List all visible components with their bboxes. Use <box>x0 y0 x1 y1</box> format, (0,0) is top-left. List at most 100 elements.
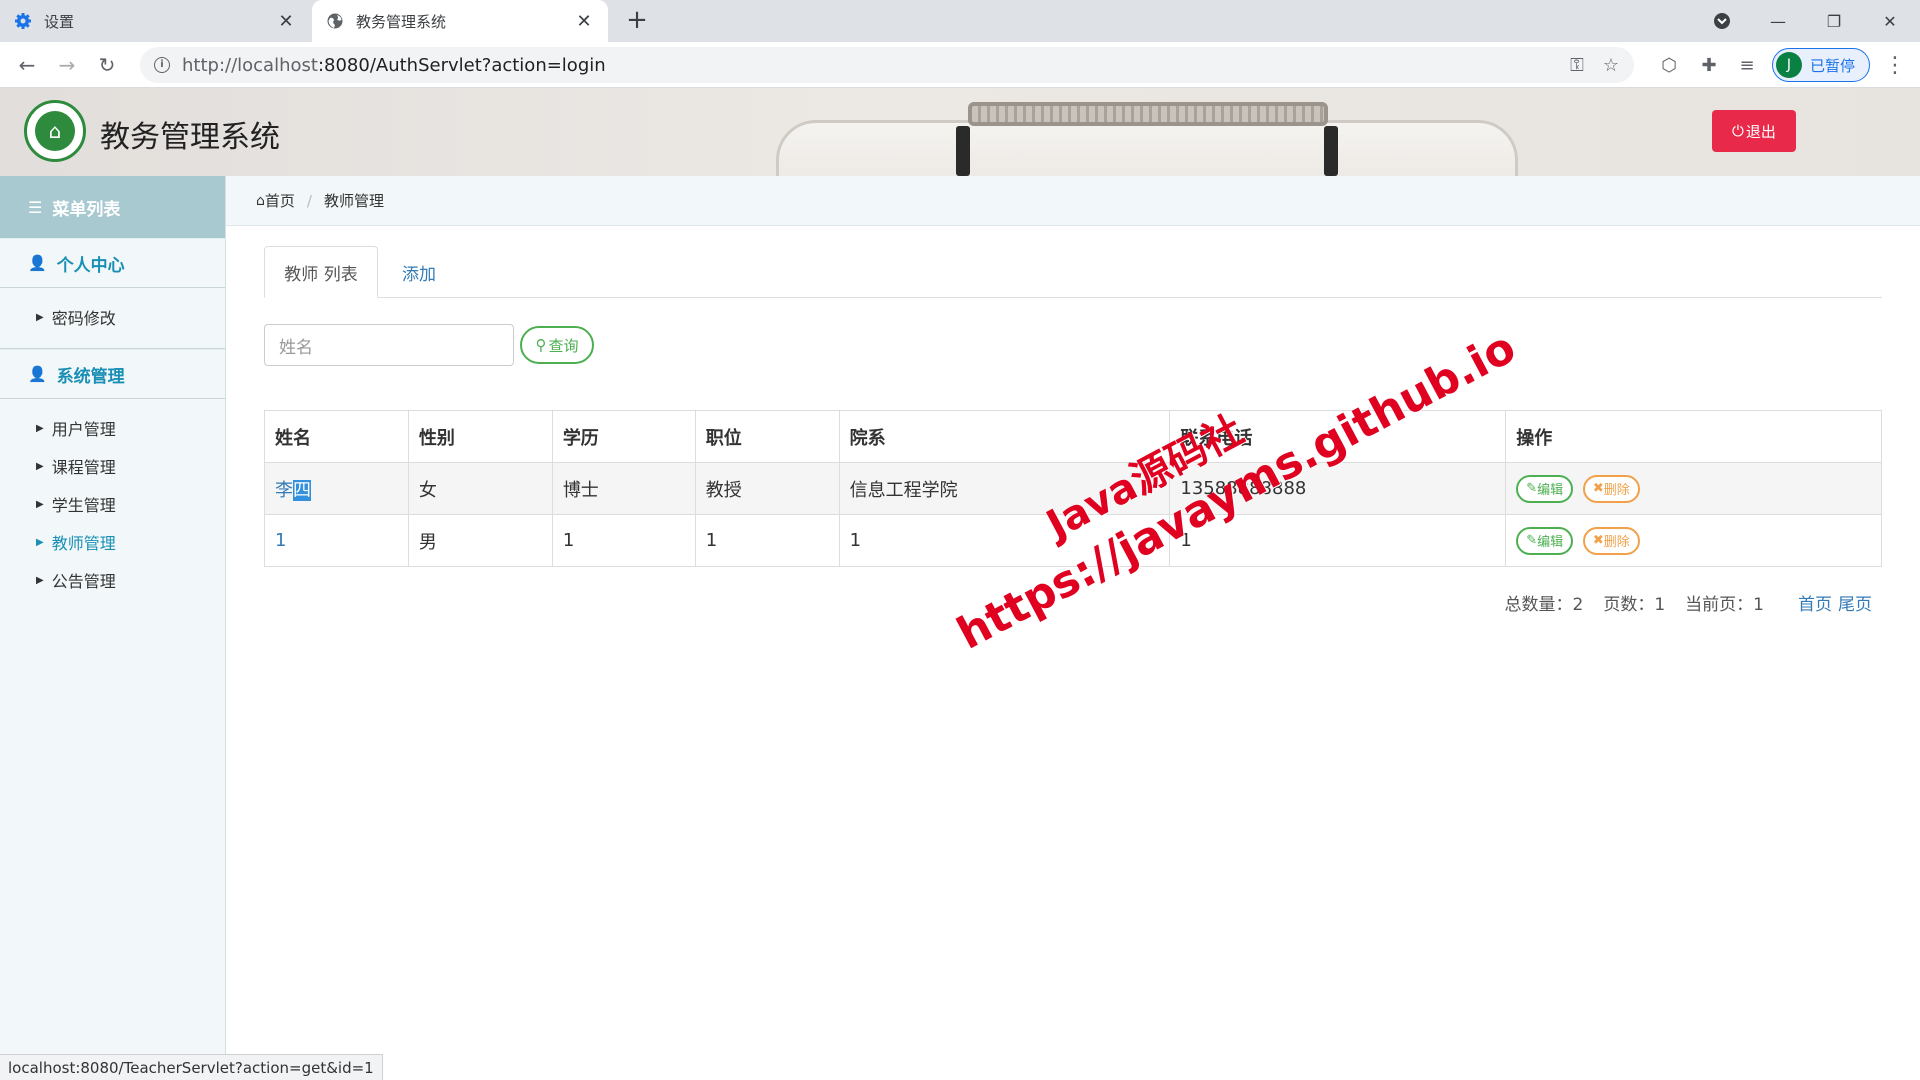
first-page-link[interactable]: 首页 <box>1798 590 1832 615</box>
star-icon[interactable]: ☆ <box>1596 47 1626 83</box>
sidebar-group-items: ▶ 密码修改 <box>0 288 225 349</box>
page-count: 页数：1 <box>1603 595 1666 615</box>
total-count: 总数量：2 <box>1504 595 1584 615</box>
gear-icon <box>14 12 32 30</box>
last-page-link[interactable]: 尾页 <box>1838 590 1872 615</box>
name-search-input[interactable]: 姓名 <box>264 324 514 366</box>
caret-right-icon: ▶ <box>36 574 44 586</box>
extension-icon[interactable]: ⬡ <box>1654 50 1684 80</box>
column-header: 操作 <box>1505 410 1882 463</box>
x-icon: ✖ <box>1592 533 1604 548</box>
sidebar-item-label: 密码修改 <box>51 309 116 328</box>
edit-label: 编辑 <box>1537 483 1564 498</box>
sidebar-group-personal[interactable]: 👤 个人中心 <box>0 238 225 288</box>
current-page: 当前页：1 <box>1685 595 1764 615</box>
sidebar-item-notices[interactable]: ▶ 公告管理 <box>0 561 225 599</box>
gender-cell: 女 <box>407 462 553 515</box>
close-window-icon[interactable]: ✕ <box>1862 0 1918 42</box>
column-header: 职位 <box>694 410 840 463</box>
sidebar-item-label: 用户管理 <box>51 420 116 439</box>
forward-icon[interactable]: → <box>52 50 82 80</box>
column-header: 学历 <box>551 410 696 463</box>
avatar: J <box>1776 52 1802 78</box>
new-tab-button[interactable]: + <box>622 6 652 36</box>
breadcrumb-current: 教师管理 <box>323 192 384 210</box>
key-icon[interactable]: ⚿ <box>1562 47 1592 83</box>
caret-right-icon: ▶ <box>36 536 44 548</box>
home-icon[interactable]: ⌂ <box>256 193 265 209</box>
actions-cell: ✎ 编辑 ✖ 删除 <box>1505 462 1882 515</box>
reload-icon[interactable]: ↻ <box>92 50 122 80</box>
sidebar-item-password[interactable]: ▶ 密码修改 <box>0 298 225 336</box>
logout-button[interactable]: ⏻ 退出 <box>1712 110 1796 152</box>
sidebar-item-courses[interactable]: ▶ 课程管理 <box>0 447 225 485</box>
close-icon[interactable]: ✕ <box>574 11 594 32</box>
teacher-name-link[interactable]: 1 <box>264 514 409 567</box>
close-icon[interactable]: ✕ <box>276 11 296 32</box>
actions-cell: ✎ 编辑 ✖ 删除 <box>1505 514 1882 567</box>
list-icon: ☰ <box>28 197 43 217</box>
sidebar-item-teachers[interactable]: ▶ 教师管理 <box>0 523 225 561</box>
sidebar-item-label: 教师管理 <box>51 534 116 553</box>
column-header: 性别 <box>407 410 553 463</box>
app-header: ⌂ 教务管理系统 ⏻ 退出 <box>0 88 1920 176</box>
app-title: 教务管理系统 <box>100 120 280 155</box>
delete-label: 删除 <box>1603 483 1630 498</box>
back-icon[interactable]: ← <box>12 50 42 80</box>
globe-icon <box>326 12 344 30</box>
tab-search-icon[interactable] <box>1694 0 1750 42</box>
breadcrumb: ⌂ 首页 / 教师管理 <box>226 176 1920 226</box>
puzzle-icon[interactable]: ✚ <box>1694 50 1724 80</box>
pagination: 总数量：2 页数：1 当前页：1 首页 尾页 <box>1505 590 1872 615</box>
sidebar-group-items: ▶ 用户管理 ▶ 课程管理 ▶ 学生管理 ▶ 教师管理 ▶ 公告管理 <box>0 399 225 611</box>
teacher-name-link[interactable]: 李四 <box>264 462 409 515</box>
degree-cell: 博士 <box>551 462 696 515</box>
header-banner-image <box>776 120 1518 176</box>
search-button[interactable]: ⚲ 查询 <box>520 326 594 364</box>
browser-toolbar: ← → ↻ i http://localhost:8080/AuthServle… <box>0 42 1920 88</box>
banner-clip <box>1324 126 1338 176</box>
media-icon[interactable]: ≡ <box>1732 50 1762 80</box>
minimize-icon[interactable]: — <box>1750 0 1806 42</box>
browser-tab-settings[interactable]: 设置 ✕ <box>0 0 310 42</box>
tab-add[interactable]: 添加 <box>378 246 460 298</box>
browser-tab-app[interactable]: 教务管理系统 ✕ <box>312 0 608 42</box>
restore-icon[interactable]: ❐ <box>1806 0 1862 42</box>
profile-button[interactable]: J 已暂停 <box>1772 48 1870 82</box>
delete-button[interactable]: ✖ 删除 <box>1582 526 1640 555</box>
x-icon: ✖ <box>1592 481 1604 496</box>
main-content: 教师 列表 添加 姓名 ⚲ 查询 姓名 性别 学历 职位 院系 联系电话 操作 … <box>226 226 1920 1080</box>
sidebar-item-students[interactable]: ▶ 学生管理 <box>0 485 225 523</box>
delete-button[interactable]: ✖ 删除 <box>1582 474 1640 503</box>
house-icon: ⌂ <box>35 111 75 151</box>
caret-right-icon: ▶ <box>36 460 44 472</box>
menu-title: 菜单列表 <box>52 199 121 220</box>
info-icon[interactable]: i <box>154 57 170 73</box>
more-menu-icon[interactable]: ⋮ <box>1880 50 1910 80</box>
menu-header: ☰ 菜单列表 <box>0 176 225 238</box>
caret-right-icon: ▶ <box>36 311 44 323</box>
edit-button[interactable]: ✎ 编辑 <box>1516 474 1574 503</box>
sidebar-item-users[interactable]: ▶ 用户管理 <box>0 409 225 447</box>
sidebar-item-label: 学生管理 <box>51 496 116 515</box>
sidebar-item-label: 公告管理 <box>51 572 116 591</box>
browser-tab-strip: 设置 ✕ 教务管理系统 ✕ + — ❐ ✕ <box>0 0 1920 42</box>
logout-label: 退出 <box>1745 122 1776 141</box>
tab-teacher-list[interactable]: 教师 列表 <box>264 246 378 298</box>
breadcrumb-separator: / <box>306 191 312 210</box>
banner-clip <box>956 126 970 176</box>
edit-button[interactable]: ✎ 编辑 <box>1516 526 1574 555</box>
gender-cell: 男 <box>407 514 553 567</box>
column-header: 姓名 <box>264 410 409 463</box>
table-header-row: 姓名 性别 学历 职位 院系 联系电话 操作 <box>264 410 1882 463</box>
position-cell: 1 <box>694 514 840 567</box>
user-icon: 👤 <box>28 254 47 272</box>
breadcrumb-home[interactable]: 首页 <box>265 190 295 211</box>
degree-cell: 1 <box>551 514 696 567</box>
search-button-label: 查询 <box>548 336 579 355</box>
sidebar-group-system[interactable]: 👤 系统管理 <box>0 349 225 399</box>
profile-status: 已暂停 <box>1810 56 1856 75</box>
user-icon: 👤 <box>28 365 47 383</box>
pencil-icon: ✎ <box>1526 533 1538 548</box>
address-bar[interactable]: i http://localhost:8080/AuthServlet?acti… <box>140 47 1634 83</box>
